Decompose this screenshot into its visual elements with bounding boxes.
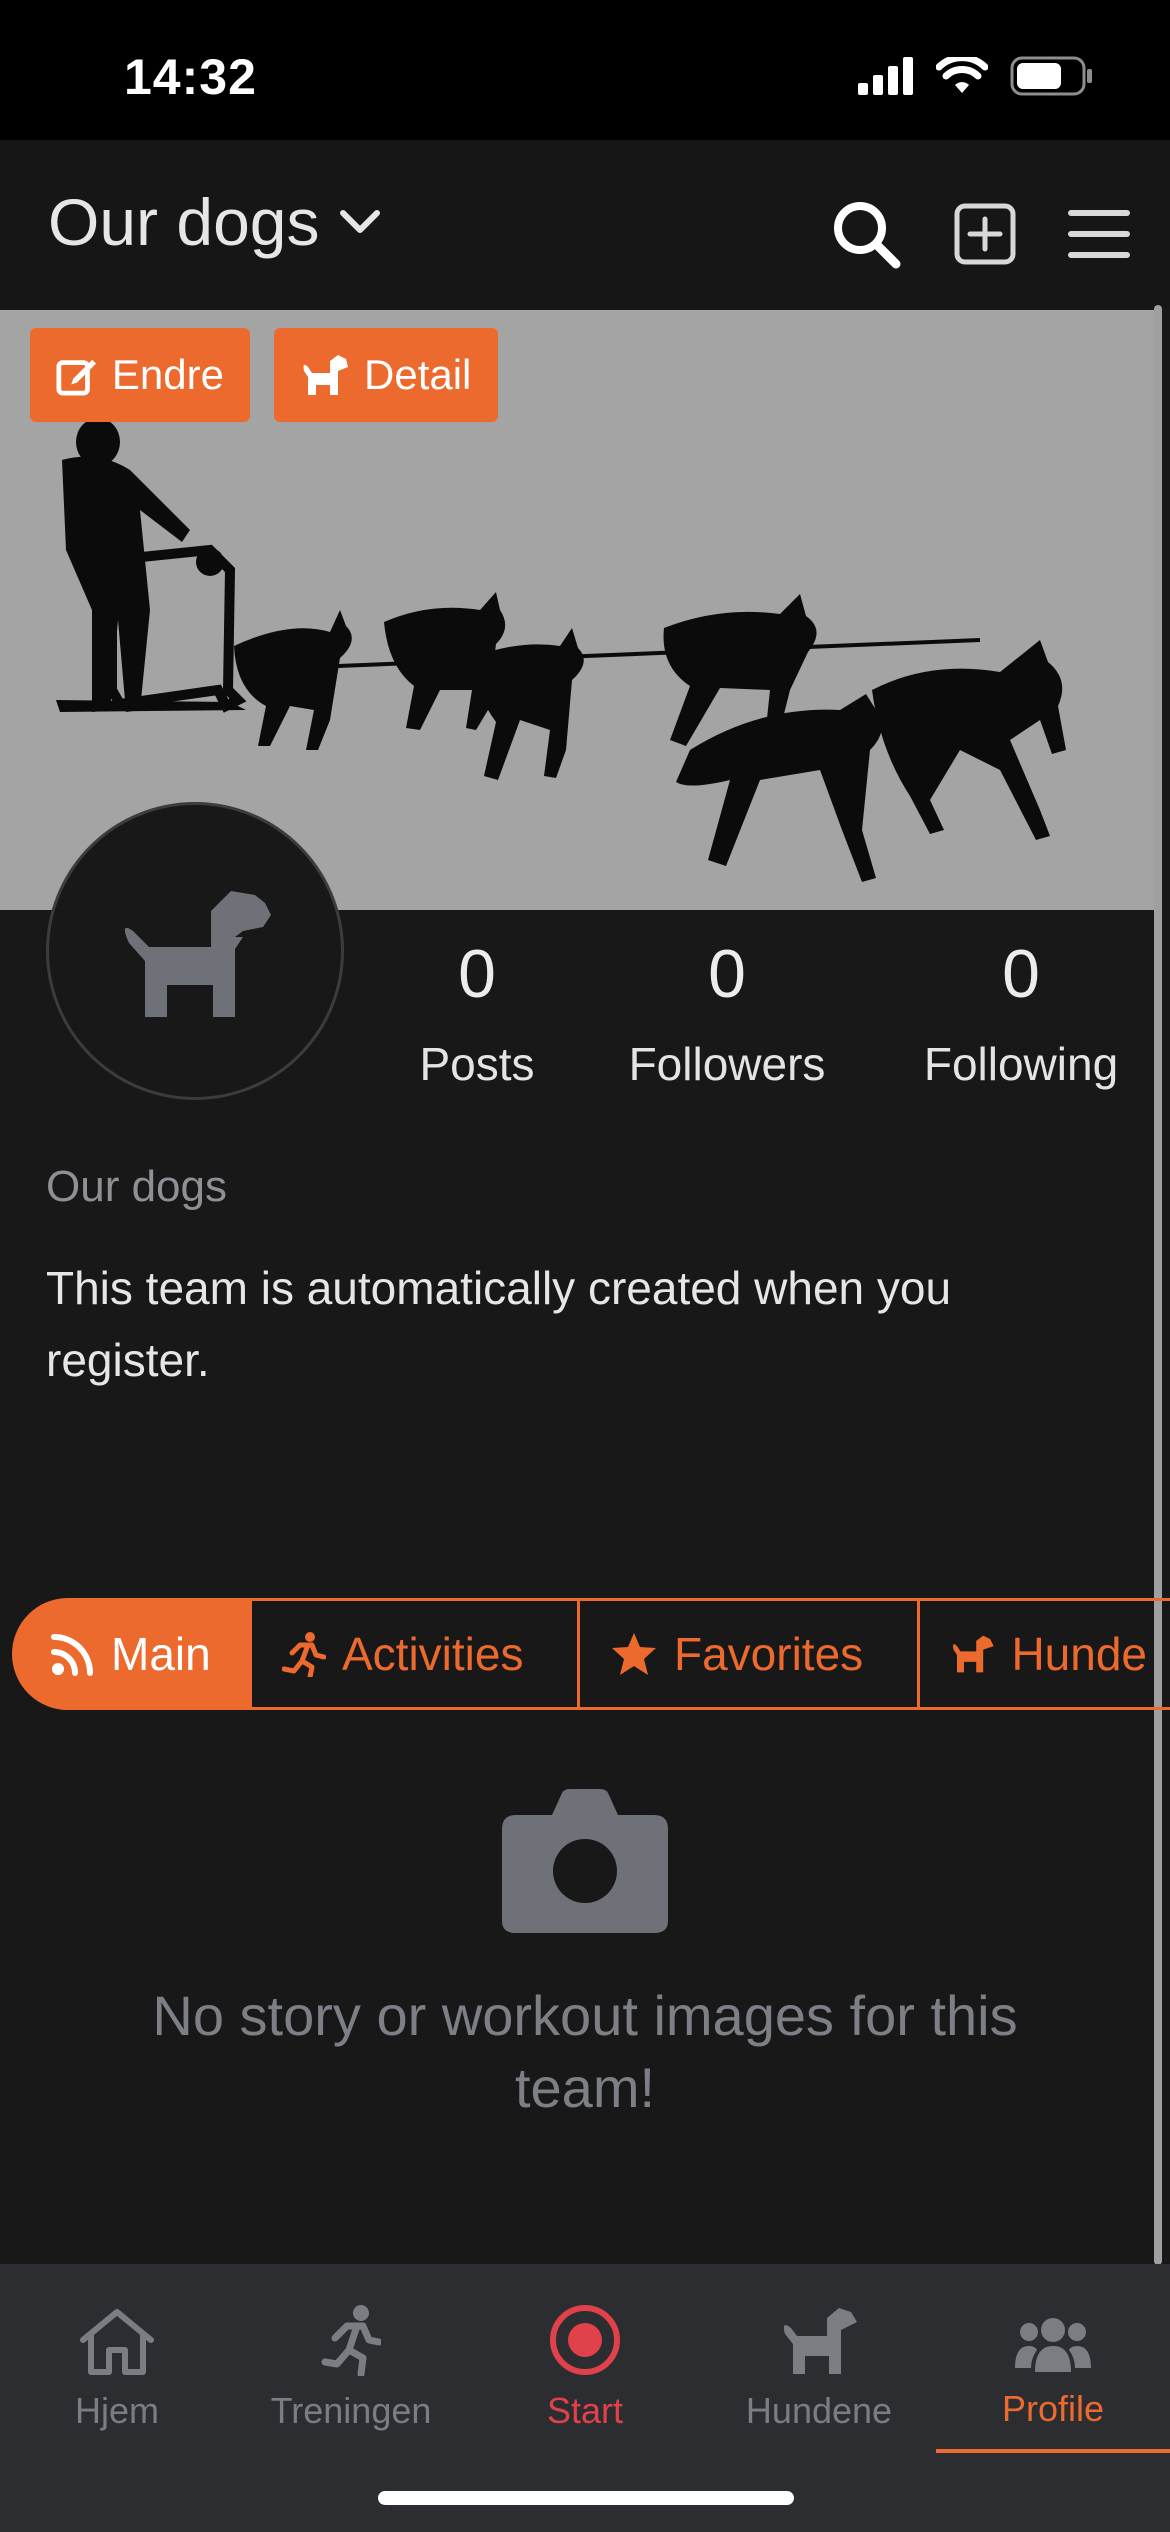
home-icon <box>80 2309 154 2375</box>
nav-item-hundene[interactable]: Hundene <box>702 2286 936 2432</box>
detail-button[interactable]: Detail <box>274 328 498 422</box>
tab-hunde[interactable]: Hunde <box>917 1598 1170 1710</box>
nav-label: Treningen <box>270 2390 432 2431</box>
team-name: Our dogs <box>46 1162 227 1211</box>
dog-icon <box>303 355 348 395</box>
tab-label: Favorites <box>674 1628 864 1680</box>
menu-icon[interactable] <box>1068 208 1130 260</box>
status-time: 14:32 <box>124 49 257 105</box>
team-description: This team is automatically created when … <box>46 1262 952 1386</box>
nav-label: Hjem <box>74 2390 159 2431</box>
rss-icon <box>51 1634 93 1676</box>
edit-button-label: Endre <box>111 351 224 398</box>
stat-following[interactable]: 0 Following <box>889 935 1153 1091</box>
tab-label: Main <box>111 1628 211 1680</box>
stat-value: 0 <box>458 936 496 1012</box>
record-icon <box>550 2305 620 2375</box>
nav-item-profile[interactable]: Profile <box>936 2286 1170 2430</box>
stat-label: Following <box>923 1038 1119 1090</box>
stat-posts[interactable]: 0 Posts <box>377 935 577 1091</box>
edit-icon <box>56 359 97 396</box>
status-icons <box>858 56 1094 96</box>
home-indicator[interactable] <box>378 2491 794 2505</box>
profile-tabs: Main Activities Favorites Hunde <box>12 1598 1170 1710</box>
tab-label: Hunde <box>1011 1628 1147 1680</box>
stat-followers[interactable]: 0 Followers <box>607 935 847 1091</box>
nav-label: Profile <box>1001 2388 1105 2429</box>
team-selector[interactable]: Our dogs <box>48 184 383 260</box>
dog-icon <box>124 891 271 1017</box>
active-tab-indicator <box>936 2449 1170 2453</box>
star-icon <box>612 1633 656 1675</box>
dog-icon <box>783 2308 857 2374</box>
header-title: Our dogs <box>48 185 320 259</box>
running-icon <box>282 1632 326 1677</box>
wifi-icon <box>936 57 988 93</box>
empty-state-text: No story or workout images for this team… <box>152 1984 1018 2119</box>
empty-state: No story or workout images for this team… <box>0 1785 1170 2124</box>
chevron-down-icon <box>340 210 381 233</box>
tab-label: Activities <box>342 1628 524 1680</box>
header-actions <box>830 198 1130 270</box>
running-icon <box>321 2305 381 2376</box>
app-header: Our dogs <box>0 140 1170 310</box>
tab-main[interactable]: Main <box>12 1598 252 1710</box>
stat-label: Followers <box>628 1038 826 1090</box>
tab-favorites[interactable]: Favorites <box>577 1598 920 1710</box>
stat-value: 0 <box>708 936 746 1012</box>
nav-item-hjem[interactable]: Hjem <box>0 2286 234 2432</box>
search-icon[interactable] <box>830 198 902 270</box>
nav-item-treningen[interactable]: Treningen <box>234 2286 468 2432</box>
stat-value: 0 <box>1002 936 1040 1012</box>
dog-icon <box>953 1635 994 1673</box>
stat-label: Posts <box>419 1038 535 1090</box>
cellular-signal-icon <box>858 57 913 95</box>
avatar[interactable] <box>46 802 344 1100</box>
status-bar: 14:32 <box>0 0 1170 140</box>
detail-button-label: Detail <box>364 351 472 398</box>
nav-item-start[interactable]: Start <box>468 2286 702 2432</box>
camera-icon <box>502 1789 668 1933</box>
edit-button[interactable]: Endre <box>30 328 250 422</box>
tab-activities[interactable]: Activities <box>249 1598 580 1710</box>
nav-label: Start <box>546 2390 624 2431</box>
people-icon <box>1015 2318 1091 2372</box>
add-post-icon[interactable] <box>954 203 1016 265</box>
nav-label: Hundene <box>745 2390 893 2431</box>
battery-icon <box>1010 56 1092 96</box>
